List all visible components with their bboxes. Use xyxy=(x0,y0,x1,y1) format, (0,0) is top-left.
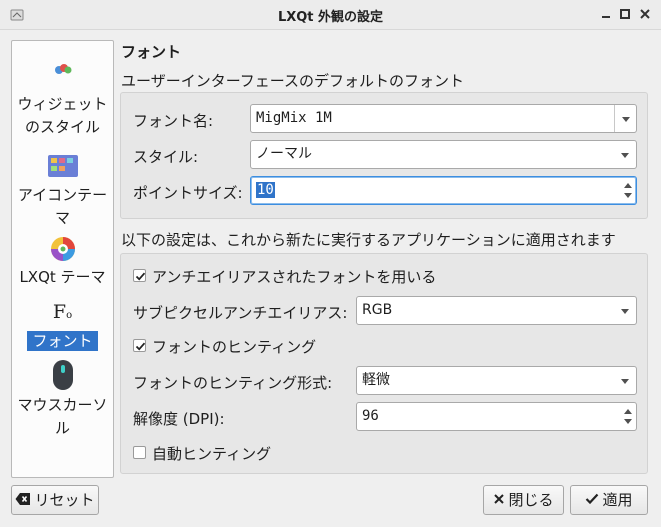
point-size-value: 10 xyxy=(256,182,275,198)
sidebar-item-lxqt-theme[interactable]: LXQt テーマ xyxy=(12,236,113,289)
chevron-down-icon[interactable] xyxy=(614,367,636,394)
subpixel-combo[interactable]: RGB xyxy=(356,296,637,325)
reset-label: リセット xyxy=(34,491,95,509)
font-name-label: フォント名: xyxy=(133,112,214,130)
hinting-style-value: 軽微 xyxy=(362,372,390,388)
antialias-checkbox[interactable] xyxy=(133,269,146,282)
check-icon xyxy=(586,493,599,505)
reset-button[interactable]: リセット xyxy=(11,485,99,515)
applies-note: 以下の設定は、これから新たに実行するアプリケーションに適用されます xyxy=(121,231,616,249)
sidebar-item-mouse-cursor[interactable]: マウスカーソル xyxy=(12,359,113,440)
subpixel-label: サブピクセルアンチエイリアス: xyxy=(133,304,348,322)
apply-label: 適用 xyxy=(602,491,633,509)
point-size-spinbox[interactable]: 10 xyxy=(250,176,637,205)
sidebar-item-label: アイコンテーマ xyxy=(17,186,108,227)
subpixel-value: RGB xyxy=(362,302,393,318)
chevron-down-icon[interactable] xyxy=(614,141,636,168)
sidebar-item-label: マウスカーソル xyxy=(17,396,108,437)
close-button[interactable]: 閉じる xyxy=(483,485,564,515)
sidebar: ウィジェットのスタイル アイコンテーマ LXQt テーマ Fo フォント マウス xyxy=(11,40,114,478)
font-name-combo[interactable]: MigMix 1M xyxy=(250,104,637,133)
chevron-down-icon[interactable] xyxy=(614,105,636,132)
hinting-style-label: フォントのヒンティング形式: xyxy=(133,374,333,392)
style-value: ノーマル xyxy=(256,146,312,162)
page-title: フォント xyxy=(121,43,182,61)
widget-style-icon xyxy=(51,55,75,79)
hinting-checkbox[interactable] xyxy=(133,339,146,352)
default-font-group-title: ユーザーインターフェースのデフォルトのフォント xyxy=(121,72,465,90)
close-window-icon[interactable] xyxy=(638,7,652,21)
minimize-icon[interactable] xyxy=(599,7,613,21)
window-title: LXQt 外観の設定 xyxy=(277,10,384,25)
sidebar-item-label: ウィジェットのスタイル xyxy=(17,95,108,136)
spin-arrows-icon[interactable] xyxy=(620,177,636,204)
point-size-label: ポイントサイズ: xyxy=(133,184,243,202)
mouse-cursor-icon xyxy=(51,359,75,391)
hinting-label[interactable]: フォントのヒンティング xyxy=(152,336,316,357)
font-name-value: MigMix 1M xyxy=(256,110,332,126)
style-label: スタイル: xyxy=(133,148,199,166)
sidebar-item-icon-theme[interactable]: アイコンテーマ xyxy=(12,153,113,230)
style-combo[interactable]: ノーマル xyxy=(250,140,637,169)
backspace-icon xyxy=(15,493,31,505)
sidebar-item-label: フォント xyxy=(27,331,98,351)
title-bar: LXQt 外観の設定 xyxy=(0,0,661,30)
sidebar-item-widget-style[interactable]: ウィジェットのスタイル xyxy=(12,55,113,139)
icon-theme-icon xyxy=(47,153,79,179)
sidebar-item-label: LXQt テーマ xyxy=(19,268,106,286)
close-label: 閉じる xyxy=(508,491,554,509)
autohint-checkbox[interactable] xyxy=(133,446,146,459)
antialias-label[interactable]: アンチエイリアスされたフォントを用いる xyxy=(152,266,436,287)
close-icon xyxy=(494,494,505,504)
dpi-spinbox[interactable]: 96 xyxy=(356,402,637,431)
sidebar-item-font[interactable]: Fo フォント xyxy=(12,300,113,353)
lxqt-theme-icon xyxy=(50,236,76,262)
dpi-value: 96 xyxy=(362,408,379,424)
font-icon: Fo xyxy=(52,301,73,323)
hinting-style-combo[interactable]: 軽微 xyxy=(356,366,637,395)
autohint-label[interactable]: 自動ヒンティング xyxy=(152,443,271,464)
restore-icon[interactable] xyxy=(618,7,632,21)
chevron-down-icon[interactable] xyxy=(614,297,636,324)
apply-button[interactable]: 適用 xyxy=(570,485,648,515)
dpi-label: 解像度 (DPI): xyxy=(133,410,225,428)
spin-arrows-icon[interactable] xyxy=(620,403,636,430)
